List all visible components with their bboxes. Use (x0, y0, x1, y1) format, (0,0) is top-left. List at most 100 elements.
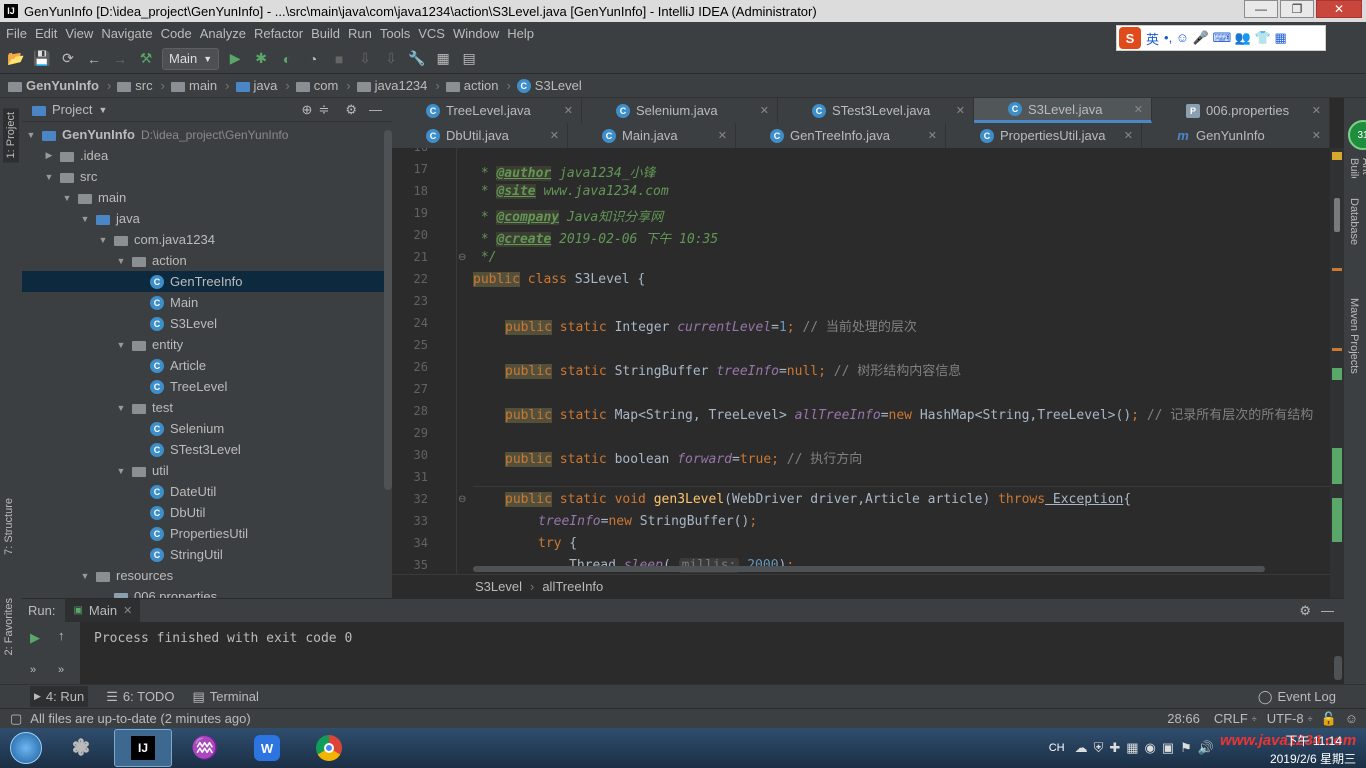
tab-database[interactable]: Database (1348, 198, 1360, 245)
taskbar-app-chrome[interactable] (300, 729, 358, 767)
start-button[interactable] (0, 728, 52, 768)
scrollbar[interactable] (1334, 656, 1342, 680)
stop-icon[interactable]: ■ (329, 49, 349, 69)
menu-window[interactable]: Window (449, 26, 503, 41)
menu-analyze[interactable]: Analyze (196, 26, 250, 41)
tree-item[interactable]: C S3Level (22, 313, 384, 334)
forward-arrow-icon[interactable]: → (110, 49, 130, 69)
crumb-main[interactable]: main › (170, 78, 236, 93)
gear-icon[interactable]: ⚙ (1299, 603, 1311, 619)
close-icon[interactable]: ✕ (123, 604, 132, 617)
tree-item[interactable]: C TreeLevel (22, 376, 384, 397)
tree-item[interactable]: ▼ GenYunInfo D:\idea_project\GenYunInfo (22, 124, 384, 145)
editor-tab[interactable]: m GenYunInfo ✕ (1142, 123, 1330, 148)
close-icon[interactable]: ✕ (928, 129, 937, 142)
tree-item[interactable]: C Selenium (22, 418, 384, 439)
close-icon[interactable]: ✕ (718, 129, 727, 142)
tab-project[interactable]: 1: Project (3, 108, 19, 163)
scrollbar[interactable] (384, 130, 392, 490)
crumb-com[interactable]: com › (295, 78, 357, 93)
tree-item[interactable]: ▼ entity (22, 334, 384, 355)
taskbar-app-dolphin[interactable]: ♒ (176, 729, 234, 767)
tree-item[interactable]: ▼ resources (22, 565, 384, 586)
tree-item[interactable]: ▼ src (22, 166, 384, 187)
chevron-down-icon[interactable]: ▼ (80, 214, 90, 224)
tab-ant-build[interactable]: Ant Build (1348, 158, 1366, 178)
attach-icon[interactable]: ⇩ (381, 49, 401, 69)
crumb-src[interactable]: src › (117, 78, 171, 93)
editor-tab[interactable]: C TreeLevel.java ✕ (392, 98, 582, 123)
more-icon[interactable]: » (58, 664, 64, 676)
terminal-icon[interactable]: ▤ (459, 49, 479, 69)
hide-icon[interactable]: — (1321, 603, 1334, 618)
editor-tab[interactable]: C Main.java ✕ (568, 123, 736, 148)
tree-item[interactable]: ▼ com.java1234 (22, 229, 384, 250)
coverage-icon[interactable]: ◐ (277, 49, 297, 69)
taskbar-app-intellij[interactable]: IJ (114, 729, 172, 767)
collapse-icon[interactable]: ≑ (318, 102, 329, 118)
tree-item[interactable]: ▼ action (22, 250, 384, 271)
close-icon[interactable]: ✕ (1312, 129, 1321, 142)
tab-run[interactable]: ▶ 4: Run (30, 686, 89, 707)
tree-item[interactable]: ▼ main (22, 187, 384, 208)
tab-structure[interactable]: 7: Structure (3, 498, 15, 555)
tree-item[interactable]: 006.properties (22, 586, 384, 598)
editor-crumb-class[interactable]: S3Level (475, 579, 522, 594)
chevron-right-icon[interactable]: ▶ (44, 150, 54, 161)
locate-icon[interactable]: ⊕ (302, 102, 313, 118)
close-icon[interactable]: ✕ (760, 104, 769, 117)
menu-code[interactable]: Code (157, 26, 196, 41)
run-icon[interactable]: ▶ (225, 49, 245, 69)
menu-navigate[interactable]: Navigate (97, 26, 156, 41)
tree-item[interactable]: C DateUtil (22, 481, 384, 502)
editor-tab[interactable]: C S3Level.java ✕ (974, 98, 1152, 123)
maximize-button[interactable]: ❐ (1280, 0, 1314, 18)
editor-tab[interactable]: C GenTreeInfo.java ✕ (736, 123, 946, 148)
tree-item[interactable]: ▶ .idea (22, 145, 384, 166)
horizontal-scrollbar[interactable] (473, 566, 1265, 572)
tab-favorites[interactable]: 2: Favorites (3, 598, 15, 655)
tab-terminal[interactable]: ▤ Terminal (192, 689, 258, 705)
fold-icon[interactable]: ⊖ (458, 252, 466, 263)
taskbar-app-wps[interactable]: W (238, 729, 296, 767)
tray-icons[interactable]: ☁⛨✚▦◉▣⚑🔊 (1075, 740, 1220, 756)
close-button[interactable]: ✕ (1316, 0, 1362, 18)
inspector-icon[interactable]: ☺ (1345, 711, 1358, 726)
editor-tab[interactable]: C Selenium.java ✕ (582, 98, 778, 123)
event-log-button[interactable]: ◯ Event Log (1258, 689, 1336, 705)
menu-build[interactable]: Build (307, 26, 344, 41)
chevron-down-icon[interactable]: ▼ (62, 193, 72, 203)
chevron-down-icon[interactable]: ▼ (98, 235, 108, 245)
tree-item[interactable]: C Article (22, 355, 384, 376)
ime-tools-icon[interactable]: •, ☺ 🎤 ⌨ 👥 👕 ▦ (1164, 30, 1287, 46)
caret-position[interactable]: 28:66 (1167, 711, 1200, 726)
file-encoding[interactable]: UTF-8 (1267, 711, 1304, 726)
menu-view[interactable]: View (61, 26, 97, 41)
crumb-action[interactable]: action › (445, 78, 517, 93)
tab-maven-projects[interactable]: Maven Projects (1348, 298, 1360, 374)
close-icon[interactable]: ✕ (1312, 104, 1321, 117)
chevron-down-icon[interactable]: ▼ (80, 571, 90, 581)
close-icon[interactable]: ✕ (956, 104, 965, 117)
project-structure-icon[interactable]: ▦ (433, 49, 453, 69)
menu-vcs[interactable]: VCS (414, 26, 449, 41)
back-arrow-icon[interactable]: ← (84, 49, 104, 69)
tree-item[interactable]: C DbUtil (22, 502, 384, 523)
run-tab-main[interactable]: ▣ Main ✕ (65, 598, 141, 623)
ime-toolbar[interactable]: S 英 •, ☺ 🎤 ⌨ 👥 👕 ▦ (1116, 25, 1326, 51)
tree-item[interactable]: ▼ util (22, 460, 384, 481)
chevron-down-icon[interactable]: ▼ (26, 130, 36, 140)
tree-item[interactable]: ▼ java (22, 208, 384, 229)
crumb-java1234[interactable]: java1234 › (356, 78, 446, 93)
tree-item[interactable]: C Main (22, 292, 384, 313)
error-stripe[interactable] (1330, 148, 1344, 598)
layout-icon[interactable]: ▢ (10, 711, 22, 727)
tab-todo[interactable]: ☰ 6: TODO (106, 689, 174, 705)
sync-icon[interactable]: ⟳ (58, 49, 78, 69)
menu-help[interactable]: Help (503, 26, 538, 41)
clock[interactable]: www.java1234.com 下午 11:14 2019/2/6 星期三 (1220, 728, 1360, 768)
save-all-icon[interactable]: 💾 (32, 49, 52, 69)
run-config-select[interactable]: Main ▼ (162, 47, 220, 70)
input-language[interactable]: CH (1049, 742, 1065, 754)
profile-icon[interactable]: ◔ (303, 49, 323, 69)
